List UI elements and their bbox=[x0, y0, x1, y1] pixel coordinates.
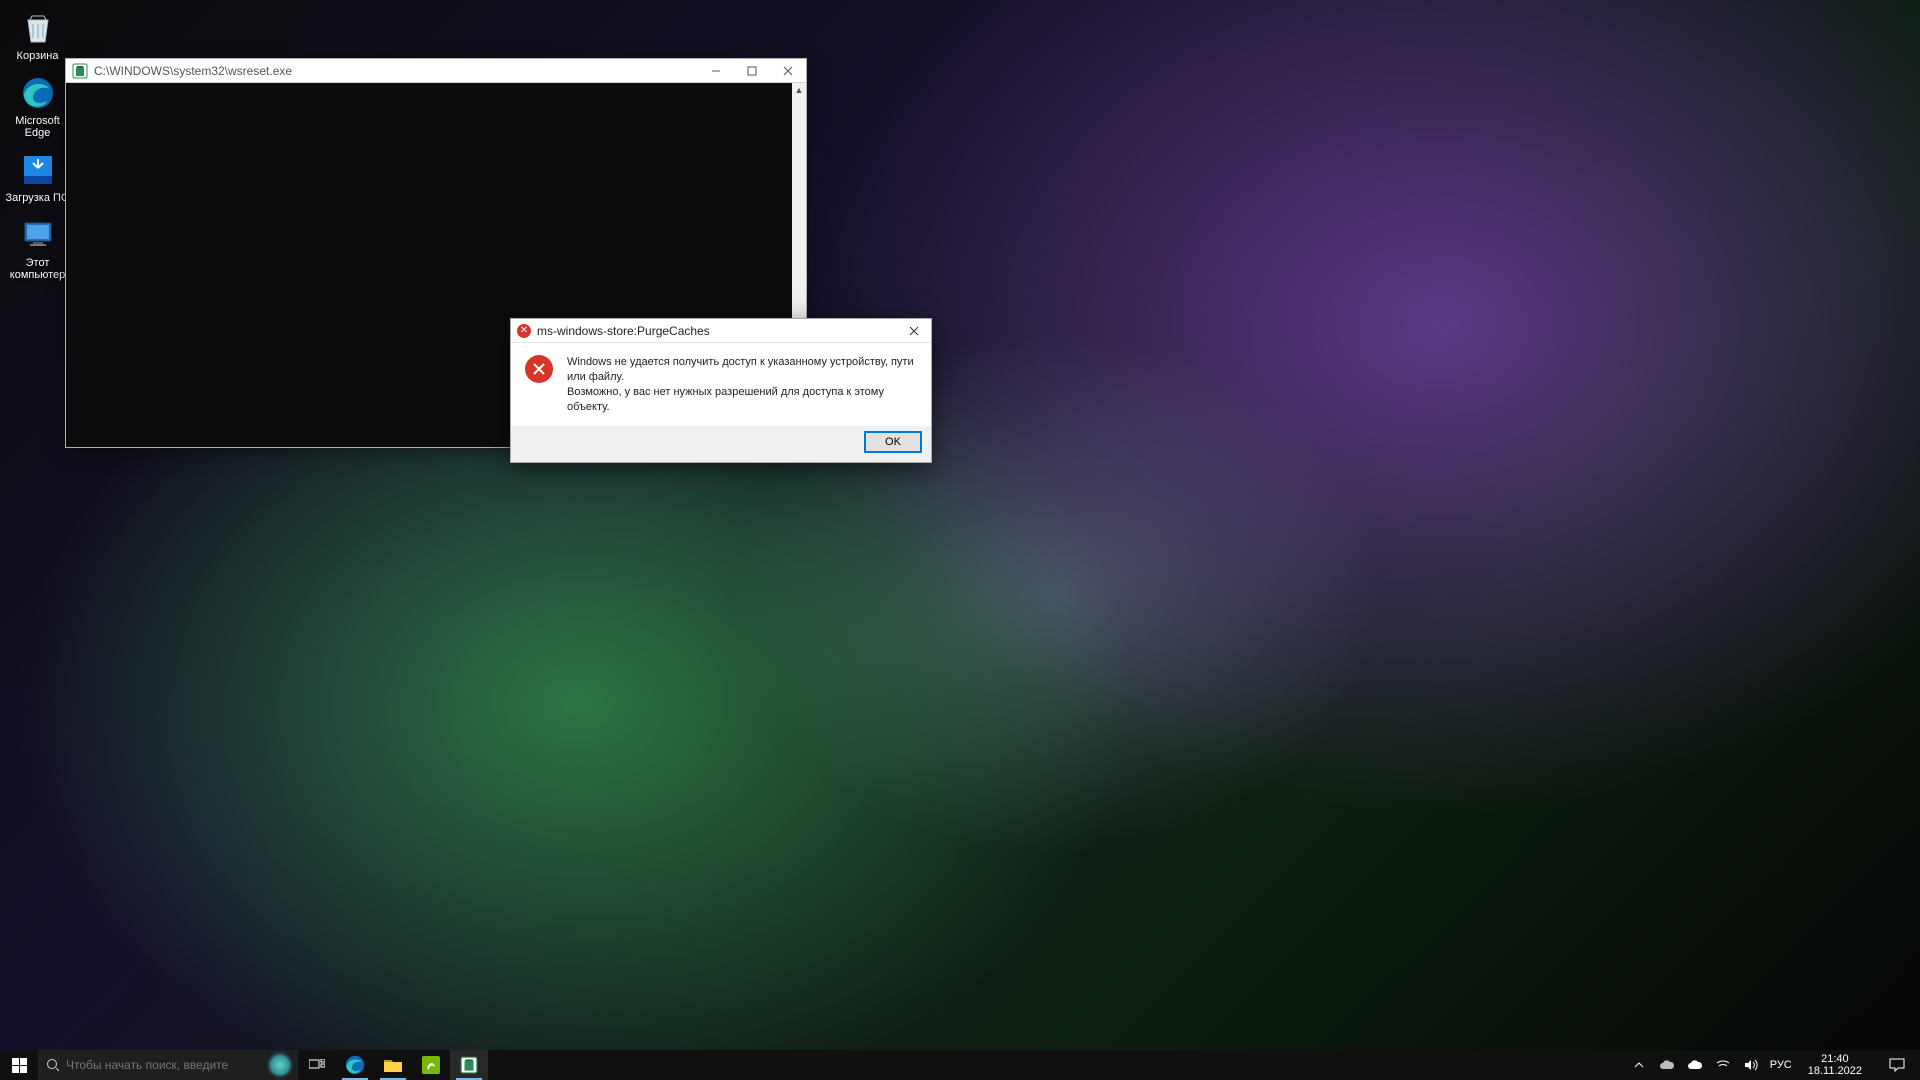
taskbar-search[interactable] bbox=[38, 1050, 298, 1080]
system-tray: РУС 21:40 18.11.2022 bbox=[1626, 1050, 1920, 1080]
dialog-close-button[interactable] bbox=[897, 319, 931, 343]
taskbar-item-edge[interactable] bbox=[336, 1050, 374, 1080]
task-view-icon bbox=[309, 1059, 325, 1071]
tray-cloud-icon[interactable] bbox=[1686, 1059, 1704, 1071]
computer-icon bbox=[18, 215, 58, 255]
desktop: Корзина Microsoft Edge Загрузка ПО Этот … bbox=[0, 0, 1920, 1080]
search-icon bbox=[46, 1058, 60, 1072]
console-titlebar[interactable]: C:\WINDOWS\system32\wsreset.exe bbox=[66, 59, 806, 83]
desktop-icon-label: Этот компьютер bbox=[2, 257, 73, 282]
scroll-up-button[interactable]: ▲ bbox=[792, 83, 806, 97]
tray-time: 21:40 bbox=[1808, 1053, 1862, 1065]
maximize-button[interactable] bbox=[734, 59, 770, 83]
desktop-icon-label: Microsoft Edge bbox=[2, 115, 73, 140]
tray-onedrive-icon[interactable] bbox=[1658, 1059, 1676, 1071]
chevron-up-icon bbox=[1634, 1060, 1644, 1070]
action-center-button[interactable] bbox=[1878, 1058, 1916, 1072]
wifi-icon bbox=[1716, 1059, 1730, 1071]
tray-date: 18.11.2022 bbox=[1808, 1065, 1862, 1077]
desktop-icon-this-pc[interactable]: Этот компьютер bbox=[0, 211, 75, 288]
error-icon bbox=[525, 355, 553, 383]
cloud-icon bbox=[1687, 1059, 1703, 1071]
speaker-icon bbox=[1744, 1059, 1758, 1071]
error-line2: Возможно, у вас нет нужных разрешений дл… bbox=[567, 385, 917, 415]
error-title-icon: ✕ bbox=[517, 324, 531, 338]
tray-wifi-icon[interactable] bbox=[1714, 1059, 1732, 1071]
taskbar-item-explorer[interactable] bbox=[374, 1050, 412, 1080]
download-icon bbox=[18, 150, 58, 190]
file-explorer-icon bbox=[383, 1057, 403, 1073]
ok-button[interactable]: OK bbox=[865, 432, 921, 452]
cloud-icon bbox=[1659, 1059, 1675, 1071]
desktop-icon-label: Корзина bbox=[17, 50, 59, 63]
close-button[interactable] bbox=[770, 59, 806, 83]
desktop-icon-label: Загрузка ПО bbox=[5, 192, 69, 205]
recycle-bin-icon bbox=[18, 8, 58, 48]
minimize-button[interactable] bbox=[698, 59, 734, 83]
desktop-icon-edge[interactable]: Microsoft Edge bbox=[0, 69, 75, 146]
edge-icon bbox=[18, 73, 58, 113]
tray-volume-icon[interactable] bbox=[1742, 1059, 1760, 1071]
task-view-button[interactable] bbox=[298, 1050, 336, 1080]
windows-logo-icon bbox=[12, 1058, 27, 1073]
taskbar-item-wsreset[interactable] bbox=[450, 1050, 488, 1080]
tray-clock[interactable]: 21:40 18.11.2022 bbox=[1802, 1053, 1868, 1077]
start-button[interactable] bbox=[0, 1050, 38, 1080]
store-reset-icon bbox=[72, 63, 88, 79]
error-footer: OK bbox=[511, 426, 931, 462]
tray-overflow-button[interactable] bbox=[1630, 1060, 1648, 1070]
edge-icon bbox=[344, 1054, 366, 1076]
error-title-text: ms-windows-store:PurgeCaches bbox=[537, 324, 897, 338]
error-line1: Windows не удается получить доступ к ука… bbox=[567, 355, 917, 385]
console-title-text: C:\WINDOWS\system32\wsreset.exe bbox=[94, 64, 698, 78]
desktop-icon-recycle-bin[interactable]: Корзина bbox=[0, 4, 75, 69]
error-dialog: ✕ ms-windows-store:PurgeCaches Windows н… bbox=[510, 318, 932, 463]
taskbar: РУС 21:40 18.11.2022 bbox=[0, 1050, 1920, 1080]
error-titlebar[interactable]: ✕ ms-windows-store:PurgeCaches bbox=[511, 319, 931, 343]
taskbar-item-nvidia[interactable] bbox=[412, 1050, 450, 1080]
window-controls bbox=[698, 59, 806, 83]
store-reset-icon bbox=[460, 1056, 478, 1074]
search-input[interactable] bbox=[66, 1058, 266, 1072]
error-body: Windows не удается получить доступ к ука… bbox=[511, 343, 931, 426]
nvidia-icon bbox=[422, 1056, 440, 1074]
notification-icon bbox=[1889, 1058, 1905, 1072]
cortana-icon[interactable] bbox=[270, 1055, 290, 1075]
desktop-icons-column: Корзина Microsoft Edge Загрузка ПО Этот … bbox=[0, 4, 75, 288]
desktop-icon-download[interactable]: Загрузка ПО bbox=[0, 146, 75, 211]
error-message: Windows не удается получить доступ к ука… bbox=[567, 355, 917, 414]
tray-language-indicator[interactable]: РУС bbox=[1770, 1059, 1792, 1071]
